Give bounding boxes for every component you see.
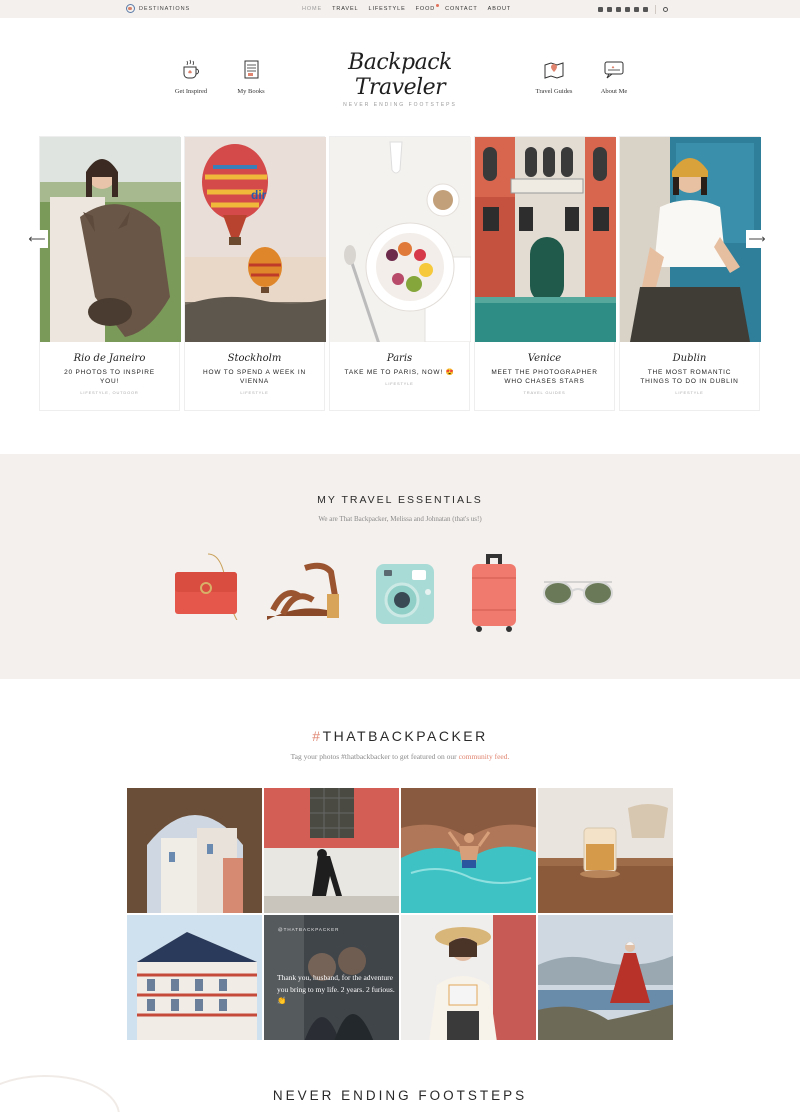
carousel-prev-button[interactable]: ⟵ [26, 230, 48, 248]
footer-title: NEVER ENDING FOOTSTEPS [272, 1088, 528, 1103]
card-category[interactable]: Lifestyle, Outdoor [40, 390, 179, 395]
card-title[interactable]: HOW TO SPEND A WEEK IN VIENNA [185, 368, 324, 386]
sandal-product[interactable] [265, 558, 345, 628]
instagram-photo[interactable] [400, 787, 537, 914]
card-image[interactable] [620, 137, 761, 342]
hashtag-subtitle-text: Tag your photos #thatbackbacker to get f… [290, 752, 457, 761]
nav-lifestyle[interactable]: Lifestyle [369, 6, 406, 12]
sunglasses-product[interactable] [540, 576, 616, 610]
destinations-link[interactable]: Destinations [126, 4, 190, 13]
travel-guides-label: Travel Guides [535, 88, 573, 95]
facebook-icon[interactable] [616, 7, 621, 12]
community-feed-link[interactable]: community feed. [459, 752, 510, 761]
card-image[interactable]: dir [185, 137, 326, 342]
nav-travel[interactable]: Travel [332, 6, 358, 12]
nav-contact[interactable]: Contact [445, 6, 477, 12]
travel-essentials-section: MY TRAVEL ESSENTIALS We are That Backpac… [0, 454, 800, 679]
carousel-card-stockholm[interactable]: dir Stockholm HOW TO SPEND A WEEK IN VIE… [184, 136, 326, 411]
logo-text: Backpack Traveler [348, 50, 452, 100]
instagram-photo-overlay[interactable]: @THATBACKPACKER Thank you, husband, for … [263, 914, 400, 1041]
card-category[interactable]: Lifestyle [185, 390, 324, 395]
instagram-grid: @THATBACKPACKER Thank you, husband, for … [126, 787, 674, 1041]
card-city: Venice [527, 353, 562, 364]
instagram-handle[interactable]: @THATBACKPACKER [278, 927, 339, 932]
card-category[interactable]: Travel Guides [475, 390, 614, 395]
card-image[interactable] [475, 137, 616, 342]
instagram-photo[interactable] [126, 787, 263, 914]
arrow-right-icon: ⟶ [748, 232, 766, 246]
coffee-cup-icon [183, 59, 199, 79]
hashtag-text: THATBACKPACKER [322, 728, 488, 744]
map-pin-icon [544, 62, 564, 79]
pinterest-icon[interactable] [625, 7, 630, 12]
nav-home[interactable]: Home [302, 6, 322, 12]
card-title[interactable]: MEET THE PHOTOGRAPHER WHO CHASES STARS [475, 368, 614, 386]
about-me-link[interactable]: About Me [589, 57, 639, 95]
card-category[interactable]: Lifestyle [620, 390, 759, 395]
card-title[interactable]: 20 PHOTOS TO INSPIRE YOU! [40, 368, 179, 386]
instagram-photo[interactable] [537, 787, 674, 914]
get-inspired-label: Get Inspired [174, 88, 208, 95]
card-title[interactable]: TAKE ME TO PARIS, NOW! 😍 [330, 368, 469, 377]
instagram-photo[interactable] [263, 787, 400, 914]
search-icon[interactable] [663, 7, 668, 12]
card-city: Paris [386, 353, 413, 364]
twitter-icon[interactable] [607, 7, 612, 12]
instagram-photo[interactable] [400, 914, 537, 1041]
youtube-icon[interactable] [643, 7, 648, 12]
about-me-label: About Me [600, 88, 628, 95]
my-books-label: My Books [237, 88, 265, 95]
card-title[interactable]: THE MOST ROMANTIC THINGS TO DO IN DUBLIN [620, 368, 759, 386]
card-image[interactable] [330, 137, 471, 342]
top-bar: Destinations Home Travel Lifestyle Food … [0, 0, 800, 18]
suitcase-product[interactable] [464, 552, 524, 634]
my-books-link[interactable]: My Books [226, 57, 276, 95]
travel-guides-link[interactable]: Travel Guides [529, 57, 579, 95]
instagram-caption: Thank you, husband, for the adventure yo… [277, 973, 395, 1005]
carousel-card-dublin[interactable]: Dublin THE MOST ROMANTIC THINGS TO DO IN… [619, 136, 761, 411]
card-city: Dublin [672, 353, 707, 364]
card-image[interactable] [40, 137, 181, 342]
hashtag-title: #THATBACKPACKER [0, 728, 800, 744]
logo-tagline: Never Ending Footsteps [343, 102, 457, 108]
essentials-subtitle: We are That Backpacker, Melissa and John… [318, 515, 482, 523]
carousel-next-button[interactable]: ⟶ [746, 230, 768, 248]
card-category[interactable]: Lifestyle [330, 381, 469, 386]
speech-bubble-icon [604, 61, 624, 79]
hashtag-subtitle: Tag your photos #thatbackbacker to get f… [0, 752, 800, 761]
carousel-card-rio[interactable]: Rio de Janeiro 20 PHOTOS TO INSPIRE YOU!… [39, 136, 181, 411]
rss-icon[interactable] [634, 7, 639, 12]
carousel-card-paris[interactable]: Paris TAKE ME TO PARIS, NOW! 😍 Lifestyle [329, 136, 471, 411]
hashtag-symbol: # [312, 728, 323, 744]
instagram-photo[interactable] [537, 914, 674, 1041]
site-logo[interactable]: Backpack Traveler Never Ending Footsteps [300, 50, 500, 108]
main-nav: Home Travel Lifestyle Food Contact About [302, 4, 511, 12]
featured-carousel: Rio de Janeiro 20 PHOTOS TO INSPIRE YOU!… [39, 136, 761, 411]
destinations-label: Destinations [139, 5, 191, 12]
get-inspired-link[interactable]: Get Inspired [166, 57, 216, 95]
book-icon [244, 60, 259, 79]
svg-text:dir: dir [251, 188, 267, 202]
social-links [598, 5, 668, 14]
nav-food[interactable]: Food [416, 4, 439, 12]
card-city: Rio de Janeiro [73, 353, 146, 364]
essentials-title: MY TRAVEL ESSENTIALS [317, 494, 483, 506]
divider [655, 5, 656, 14]
nav-about[interactable]: About [488, 6, 511, 12]
instagram-photo[interactable] [126, 914, 263, 1041]
instant-camera-product[interactable] [370, 558, 440, 628]
globe-icon [126, 4, 135, 13]
instagram-icon[interactable] [598, 7, 603, 12]
card-city: Stockholm [227, 353, 282, 364]
handbag-product[interactable] [170, 550, 240, 620]
carousel-card-venice[interactable]: Venice MEET THE PHOTOGRAPHER WHO CHASES … [474, 136, 616, 411]
arrow-left-icon: ⟵ [28, 232, 46, 246]
